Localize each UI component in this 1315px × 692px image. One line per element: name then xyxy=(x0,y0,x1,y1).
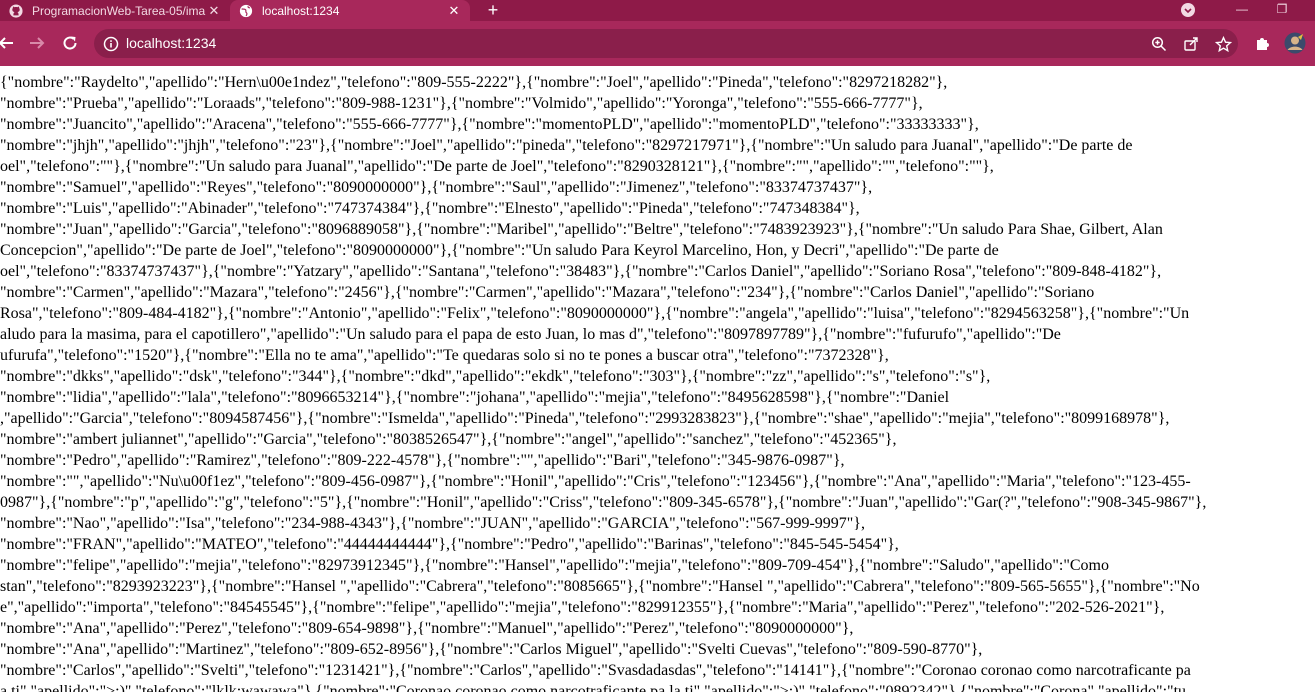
json-text-line: "nombre":"Carlos","apellido":"Svelti","t… xyxy=(0,662,1191,679)
json-response-body: {"nombre":"Raydelto","apellido":"Hern\u0… xyxy=(0,66,1315,692)
json-text-line: a ti","apellido":">:)","telefono":"lklk:… xyxy=(0,683,1187,692)
json-text-line: "nombre":"Pedro","apellido":"Ramirez","t… xyxy=(0,452,845,469)
bookmark-star-icon[interactable] xyxy=(1214,35,1232,53)
json-text-line: "nombre":"Juancito","apellido":"Aracena"… xyxy=(0,116,979,133)
json-text-line: stan","telefono":"8293923223"},{"nombre"… xyxy=(0,578,1200,595)
json-text-line: {"nombre":"Raydelto","apellido":"Hern\u0… xyxy=(0,74,948,91)
json-text-line: "nombre":"Ana","apellido":"Martinez","te… xyxy=(0,641,983,658)
json-text-line: "nombre":"ambert juliannet","apellido":"… xyxy=(0,431,897,448)
json-text-line: "nombre":"Luis","apellido":"Abinader","t… xyxy=(0,200,860,217)
json-text-line: "nombre":"Nao","apellido":"Isa","telefon… xyxy=(0,515,865,532)
json-text-line: 0987"},{"nombre":"p","apellido":"g","tel… xyxy=(0,494,1207,511)
json-text-line: oel","telefono":"83374737437"},{"nombre"… xyxy=(0,263,1162,280)
tab-close-icon[interactable]: ✕ xyxy=(206,3,222,19)
json-text-line: Concepcion","apellido":"De parte de Joel… xyxy=(0,242,999,259)
browser-toolbar: localhost:1234 xyxy=(0,21,1315,66)
json-text-line: ,"apellido":"Garcia","telefono":"8094587… xyxy=(0,410,1170,427)
address-url: localhost:1234 xyxy=(126,35,217,51)
json-text-line: oel","telefono":""},{"nombre":"Un saludo… xyxy=(0,158,994,175)
address-bar[interactable]: localhost:1234 xyxy=(94,29,1238,58)
json-text-line: "nombre":"Samuel","apellido":"Reyes","te… xyxy=(0,179,873,196)
info-icon[interactable] xyxy=(102,35,120,53)
tab-title: ProgramacionWeb-Tarea-05/ima xyxy=(32,3,206,18)
back-arrow-icon[interactable] xyxy=(0,31,18,55)
github-icon xyxy=(8,3,24,19)
tab-localhost[interactable]: localhost:1234 ✕ xyxy=(230,0,470,21)
minimize-icon[interactable]: — xyxy=(1228,0,1256,21)
restore-icon[interactable]: ❐ xyxy=(1268,0,1296,21)
json-text-line: "nombre":"FRAN","apellido":"MATEO","tele… xyxy=(0,536,899,553)
profile-avatar-icon[interactable] xyxy=(1283,31,1307,55)
json-text-line: aludo para la masima, para el capotiller… xyxy=(0,326,1061,343)
tab-search-icon[interactable] xyxy=(1180,2,1196,18)
json-text-line: "nombre":"dkks","apellido":"dsk","telefo… xyxy=(0,368,991,385)
json-text-line: "nombre":"felipe","apellido":"mejia","te… xyxy=(0,557,1109,574)
zoom-icon[interactable] xyxy=(1150,35,1168,53)
json-text-line: "nombre":"Carmen","apellido":"Mazara","t… xyxy=(0,284,1095,301)
browser-tab-strip: ProgramacionWeb-Tarea-05/ima ✕ localhost… xyxy=(0,0,1315,21)
json-text-line: Rosa","telefono":"809-484-4182"},{"nombr… xyxy=(0,305,1190,322)
json-text-line: "nombre":"lidia","apellido":"lala","tele… xyxy=(0,389,950,406)
share-icon[interactable] xyxy=(1182,35,1200,53)
tab-title: localhost:1234 xyxy=(262,3,340,18)
json-text-line: "nombre":"","apellido":"Nu\u00f1ez","tel… xyxy=(0,473,1191,490)
json-text-line: "nombre":"Ana","apellido":"Perez","telef… xyxy=(0,620,854,637)
tab-github-repo[interactable]: ProgramacionWeb-Tarea-05/ima ✕ xyxy=(0,0,230,21)
json-text-line: "nombre":"jhjh","apellido":"jhjh","telef… xyxy=(0,137,1133,154)
globe-icon xyxy=(238,3,254,19)
tab-close-icon[interactable]: ✕ xyxy=(446,3,462,19)
json-text-line: "nombre":"Prueba","apellido":"Loraads","… xyxy=(0,95,923,112)
json-text-line: e","apellido":"importa","telefono":"8454… xyxy=(0,599,1165,616)
new-tab-plus-icon[interactable]: + xyxy=(482,0,504,21)
reload-icon[interactable] xyxy=(58,31,82,55)
forward-arrow-icon[interactable] xyxy=(25,31,49,55)
json-text-line: "nombre":"Juan","apellido":"Garcia","tel… xyxy=(0,221,1163,238)
extensions-puzzle-icon[interactable] xyxy=(1251,31,1275,55)
json-text-line: ufurufa","telefono":"1520"},{"nombre":"E… xyxy=(0,347,889,364)
